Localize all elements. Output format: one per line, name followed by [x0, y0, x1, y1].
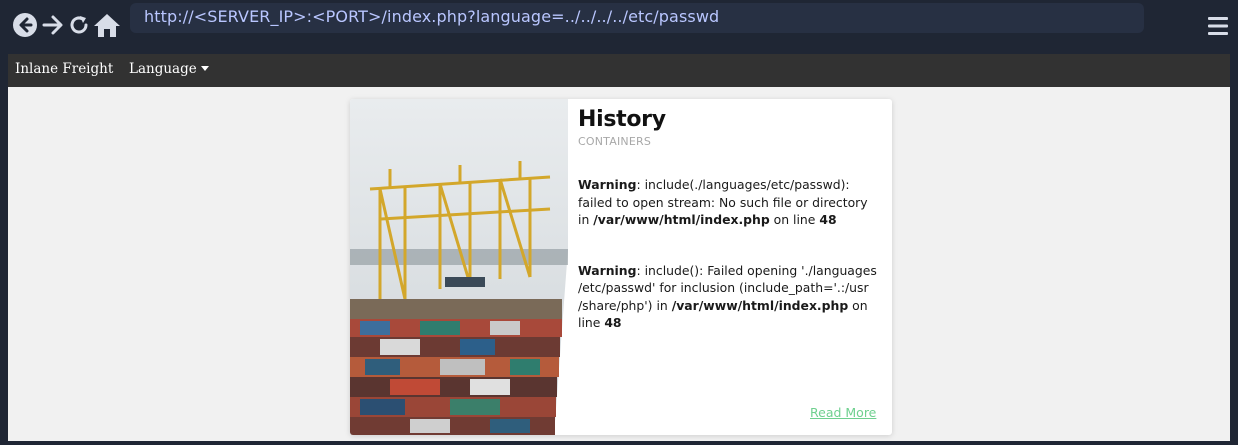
warning-label: Warning	[578, 262, 637, 278]
browser-toolbar: http://<SERVER_IP>:<PORT>/index.php?lang…	[0, 0, 1238, 52]
warning-line-number: 48	[819, 212, 837, 227]
card-title: History	[578, 107, 666, 132]
php-warning-2: Warning: include(): Failed opening './la…	[578, 262, 882, 332]
warning-file: /var/www/html/index.php	[593, 212, 770, 227]
container-port-image	[350, 99, 568, 435]
home-button[interactable]	[93, 12, 121, 38]
reload-icon	[70, 16, 88, 34]
language-label: Language	[129, 61, 197, 77]
browser-menu-button[interactable]	[1206, 14, 1230, 38]
history-card: History CONTAINERS Warning: include(./la…	[350, 99, 892, 435]
back-arrow-icon	[13, 13, 37, 37]
php-warning-1: Warning: include(./languages/etc/passwd)…	[578, 176, 882, 229]
caret-down-icon	[200, 66, 209, 71]
address-bar[interactable]: http://<SERVER_IP>:<PORT>/index.php?lang…	[130, 3, 1144, 33]
language-dropdown[interactable]: Language	[129, 61, 209, 77]
card-subtitle: CONTAINERS	[578, 135, 652, 148]
site-navbar: Inlane Freight Language	[8, 54, 1230, 87]
page-content: History CONTAINERS Warning: include(./la…	[8, 87, 1230, 441]
warning-file: /var/www/html/index.php	[671, 297, 849, 313]
warning-label: Warning	[578, 177, 637, 192]
warning-on-line: on line	[769, 212, 820, 227]
read-more-link[interactable]: Read More	[810, 405, 876, 420]
hamburger-menu-icon	[1208, 17, 1228, 35]
reload-button[interactable]	[66, 12, 92, 38]
forward-button[interactable]	[40, 12, 66, 38]
home-icon	[94, 14, 120, 37]
card-body: History CONTAINERS Warning: include(./la…	[578, 107, 882, 332]
back-button[interactable]	[12, 12, 38, 38]
url-text[interactable]: http://<SERVER_IP>:<PORT>/index.php?lang…	[144, 7, 719, 26]
forward-arrow-icon	[42, 15, 63, 35]
site-brand-link[interactable]: Inlane Freight	[15, 61, 113, 77]
warning-line-number: 48	[604, 315, 622, 330]
